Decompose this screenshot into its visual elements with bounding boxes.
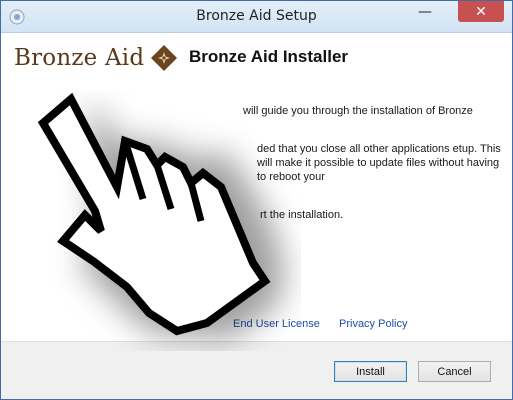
minimize-icon: — xyxy=(418,3,432,20)
close-button[interactable]: ✕ xyxy=(458,1,504,22)
logo-text: Bronze Aid xyxy=(14,45,145,71)
installer-heading: Bronze Aid Installer xyxy=(189,47,349,66)
installer-content: Bronze Aid Bronze Aid Installer will gui… xyxy=(1,33,512,399)
close-apps-text: ded that you close all other application… xyxy=(257,143,501,183)
start-install-text: rt the installation. xyxy=(260,209,344,221)
minimize-button[interactable]: — xyxy=(411,1,439,22)
hand-pointer-cursor-icon xyxy=(37,92,283,339)
end-user-license-link[interactable]: End User License xyxy=(233,318,320,330)
privacy-policy-link[interactable]: Privacy Policy xyxy=(339,318,407,330)
bronze-aid-logo: Bronze Aid xyxy=(14,43,178,73)
button-bar: Install Cancel xyxy=(1,341,512,399)
setup-window: Bronze Aid Setup — ✕ Bronze Aid Bronze A… xyxy=(0,0,513,400)
title-bar[interactable]: Bronze Aid Setup — ✕ xyxy=(1,1,512,33)
install-button[interactable]: Install xyxy=(334,361,407,382)
close-icon: ✕ xyxy=(475,3,487,20)
cancel-button[interactable]: Cancel xyxy=(418,361,491,382)
diamond-logo-icon xyxy=(151,45,178,71)
intro-text: will guide you through the installation … xyxy=(243,105,473,117)
